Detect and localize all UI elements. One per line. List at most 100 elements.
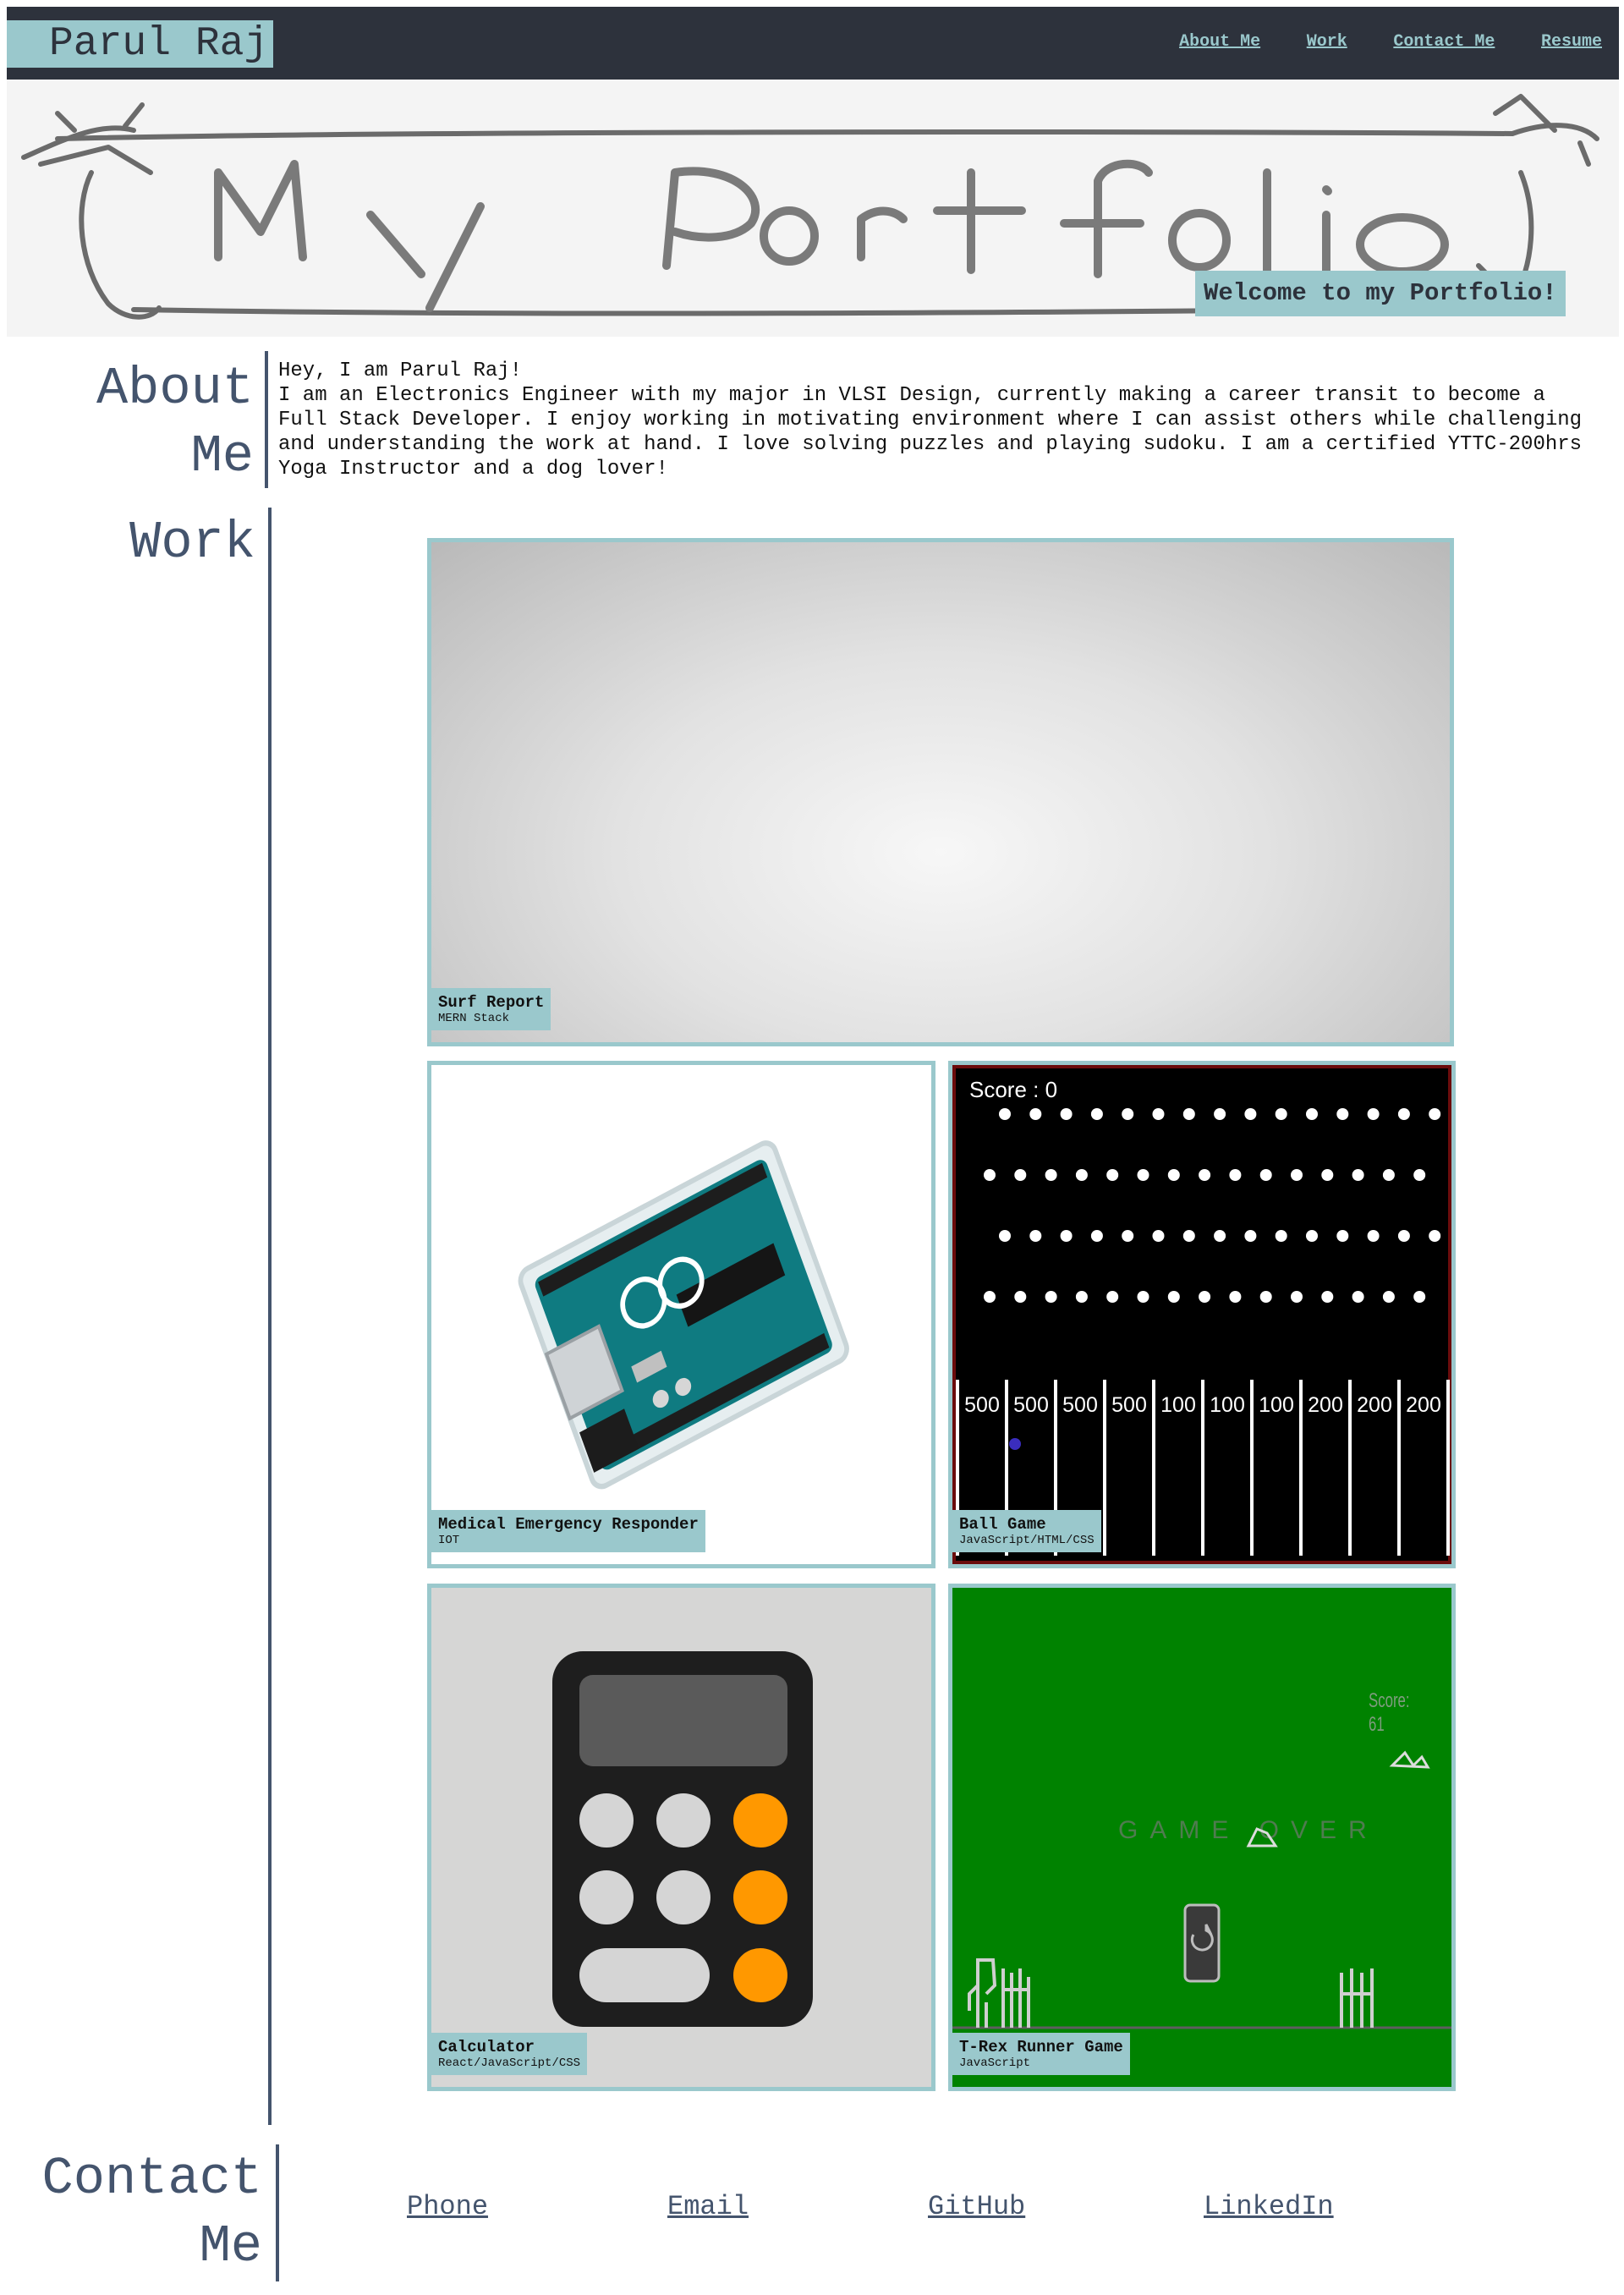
peg bbox=[1321, 1169, 1334, 1181]
slot-value-label: 100 bbox=[1160, 1393, 1196, 1417]
nav-work[interactable]: Work bbox=[1307, 32, 1347, 52]
project-card-calculator[interactable]: Calculator React/JavaScript/CSS bbox=[427, 1584, 935, 2091]
peg bbox=[1199, 1291, 1211, 1303]
peg bbox=[1429, 1108, 1441, 1120]
peg bbox=[1429, 1230, 1441, 1242]
peg bbox=[1382, 1291, 1395, 1303]
peg bbox=[1367, 1230, 1380, 1242]
peg bbox=[1214, 1108, 1226, 1120]
ball-game-board: 500 500 500 500 100 100 100 200 200 200 bbox=[956, 1108, 1450, 1556]
game-ball bbox=[1009, 1438, 1021, 1450]
peg bbox=[1045, 1169, 1057, 1181]
contact-linkedin-link[interactable]: LinkedIn bbox=[1204, 2191, 1334, 2222]
peg bbox=[1029, 1230, 1042, 1242]
trex-scene bbox=[952, 1750, 1451, 2029]
welcome-banner: Welcome to my Portfolio! bbox=[1195, 271, 1566, 316]
work-heading: Work bbox=[129, 513, 255, 573]
contact-phone-link[interactable]: Phone bbox=[407, 2191, 488, 2222]
slot-value-label: 500 bbox=[964, 1393, 1000, 1417]
peg bbox=[1336, 1108, 1349, 1120]
project-label: Calculator React/JavaScript/CSS bbox=[431, 2033, 588, 2075]
peg bbox=[1075, 1291, 1088, 1303]
peg bbox=[1367, 1108, 1380, 1120]
calculator-icon bbox=[552, 1651, 813, 2027]
arduino-board-image bbox=[431, 1065, 931, 1564]
peg bbox=[1060, 1108, 1073, 1120]
peg bbox=[1137, 1291, 1149, 1303]
peg bbox=[1413, 1169, 1426, 1181]
peg bbox=[1014, 1169, 1027, 1181]
peg bbox=[1352, 1291, 1364, 1303]
peg bbox=[1199, 1169, 1211, 1181]
hero-banner: Welcome to my Portfolio! bbox=[7, 80, 1619, 337]
peg bbox=[1090, 1108, 1103, 1120]
project-card-ball-game[interactable]: Score : 0 500 500 500 500 100 100 100 200 200 200… bbox=[948, 1061, 1456, 1568]
peg bbox=[1106, 1291, 1119, 1303]
peg bbox=[1244, 1230, 1257, 1242]
peg bbox=[1090, 1230, 1103, 1242]
slot-value-label: 500 bbox=[1013, 1393, 1049, 1417]
project-label: Ball Game JavaScript/HTML/CSS bbox=[952, 1510, 1101, 1552]
project-label: Surf Report MERN Stack bbox=[431, 988, 551, 1030]
peg bbox=[1413, 1291, 1426, 1303]
top-navbar: Parul Raj About Me Work Contact Me Resum… bbox=[7, 7, 1619, 80]
slot-value-label: 200 bbox=[1308, 1393, 1343, 1417]
peg bbox=[1214, 1230, 1226, 1242]
about-body: I am an Electronics Engineer with my maj… bbox=[278, 384, 1583, 480]
about-greeting: Hey, I am Parul Raj! bbox=[278, 360, 523, 382]
peg bbox=[1321, 1291, 1334, 1303]
peg bbox=[999, 1108, 1011, 1120]
peg bbox=[1259, 1169, 1272, 1181]
peg bbox=[1291, 1291, 1303, 1303]
peg bbox=[1244, 1108, 1257, 1120]
peg bbox=[1229, 1169, 1242, 1181]
peg bbox=[1306, 1108, 1318, 1120]
work-divider bbox=[268, 508, 272, 2125]
peg bbox=[1306, 1230, 1318, 1242]
peg bbox=[1060, 1230, 1073, 1242]
peg bbox=[1291, 1169, 1303, 1181]
brand-name[interactable]: Parul Raj bbox=[7, 20, 274, 68]
project-card-surf-report[interactable]: Surf Report MERN Stack bbox=[427, 538, 1454, 1046]
contact-email-link[interactable]: Email bbox=[667, 2191, 749, 2222]
peg bbox=[984, 1291, 996, 1303]
peg bbox=[1152, 1230, 1165, 1242]
contact-github-link[interactable]: GitHub bbox=[928, 2191, 1025, 2222]
peg bbox=[1167, 1169, 1180, 1181]
surf-report-thumbnail bbox=[431, 542, 1450, 1042]
contact-me-heading: Contact Me bbox=[41, 2149, 262, 2276]
slot-value-label: 100 bbox=[1259, 1393, 1294, 1417]
slot-value-label: 200 bbox=[1406, 1393, 1441, 1417]
peg bbox=[1397, 1108, 1410, 1120]
peg bbox=[1122, 1108, 1134, 1120]
peg bbox=[1152, 1108, 1165, 1120]
peg bbox=[1382, 1169, 1395, 1181]
slot-value-label: 100 bbox=[1210, 1393, 1245, 1417]
project-card-trex-runner-game[interactable]: Score: 61 GAME OVER T-Rex Runner Game Ja… bbox=[948, 1584, 1456, 2091]
peg bbox=[1259, 1291, 1272, 1303]
peg bbox=[1167, 1291, 1180, 1303]
peg bbox=[1229, 1291, 1242, 1303]
project-label: Medical Emergency Responder IOT bbox=[431, 1510, 705, 1552]
peg bbox=[1045, 1291, 1057, 1303]
project-label: T-Rex Runner Game JavaScript bbox=[952, 2033, 1130, 2075]
slot-value-label: 500 bbox=[1062, 1393, 1098, 1417]
peg bbox=[1075, 1169, 1088, 1181]
slot-value-label: 200 bbox=[1357, 1393, 1392, 1417]
peg bbox=[1122, 1230, 1134, 1242]
peg bbox=[1397, 1230, 1410, 1242]
about-me-text: Hey, I am Parul Raj! I am an Electronics… bbox=[278, 359, 1605, 481]
peg bbox=[1029, 1108, 1042, 1120]
peg bbox=[1352, 1169, 1364, 1181]
peg bbox=[1336, 1230, 1349, 1242]
nav-resume[interactable]: Resume bbox=[1541, 32, 1602, 52]
project-card-medical-emergency-responder[interactable]: Medical Emergency Responder IOT bbox=[427, 1061, 935, 1568]
nav-links: About Me Work Contact Me Resume bbox=[1141, 32, 1602, 52]
peg bbox=[984, 1169, 996, 1181]
peg bbox=[999, 1230, 1011, 1242]
nav-about-me[interactable]: About Me bbox=[1179, 32, 1260, 52]
peg bbox=[1137, 1169, 1149, 1181]
slot-value-label: 500 bbox=[1111, 1393, 1147, 1417]
peg bbox=[1106, 1169, 1119, 1181]
nav-contact-me[interactable]: Contact Me bbox=[1393, 32, 1495, 52]
